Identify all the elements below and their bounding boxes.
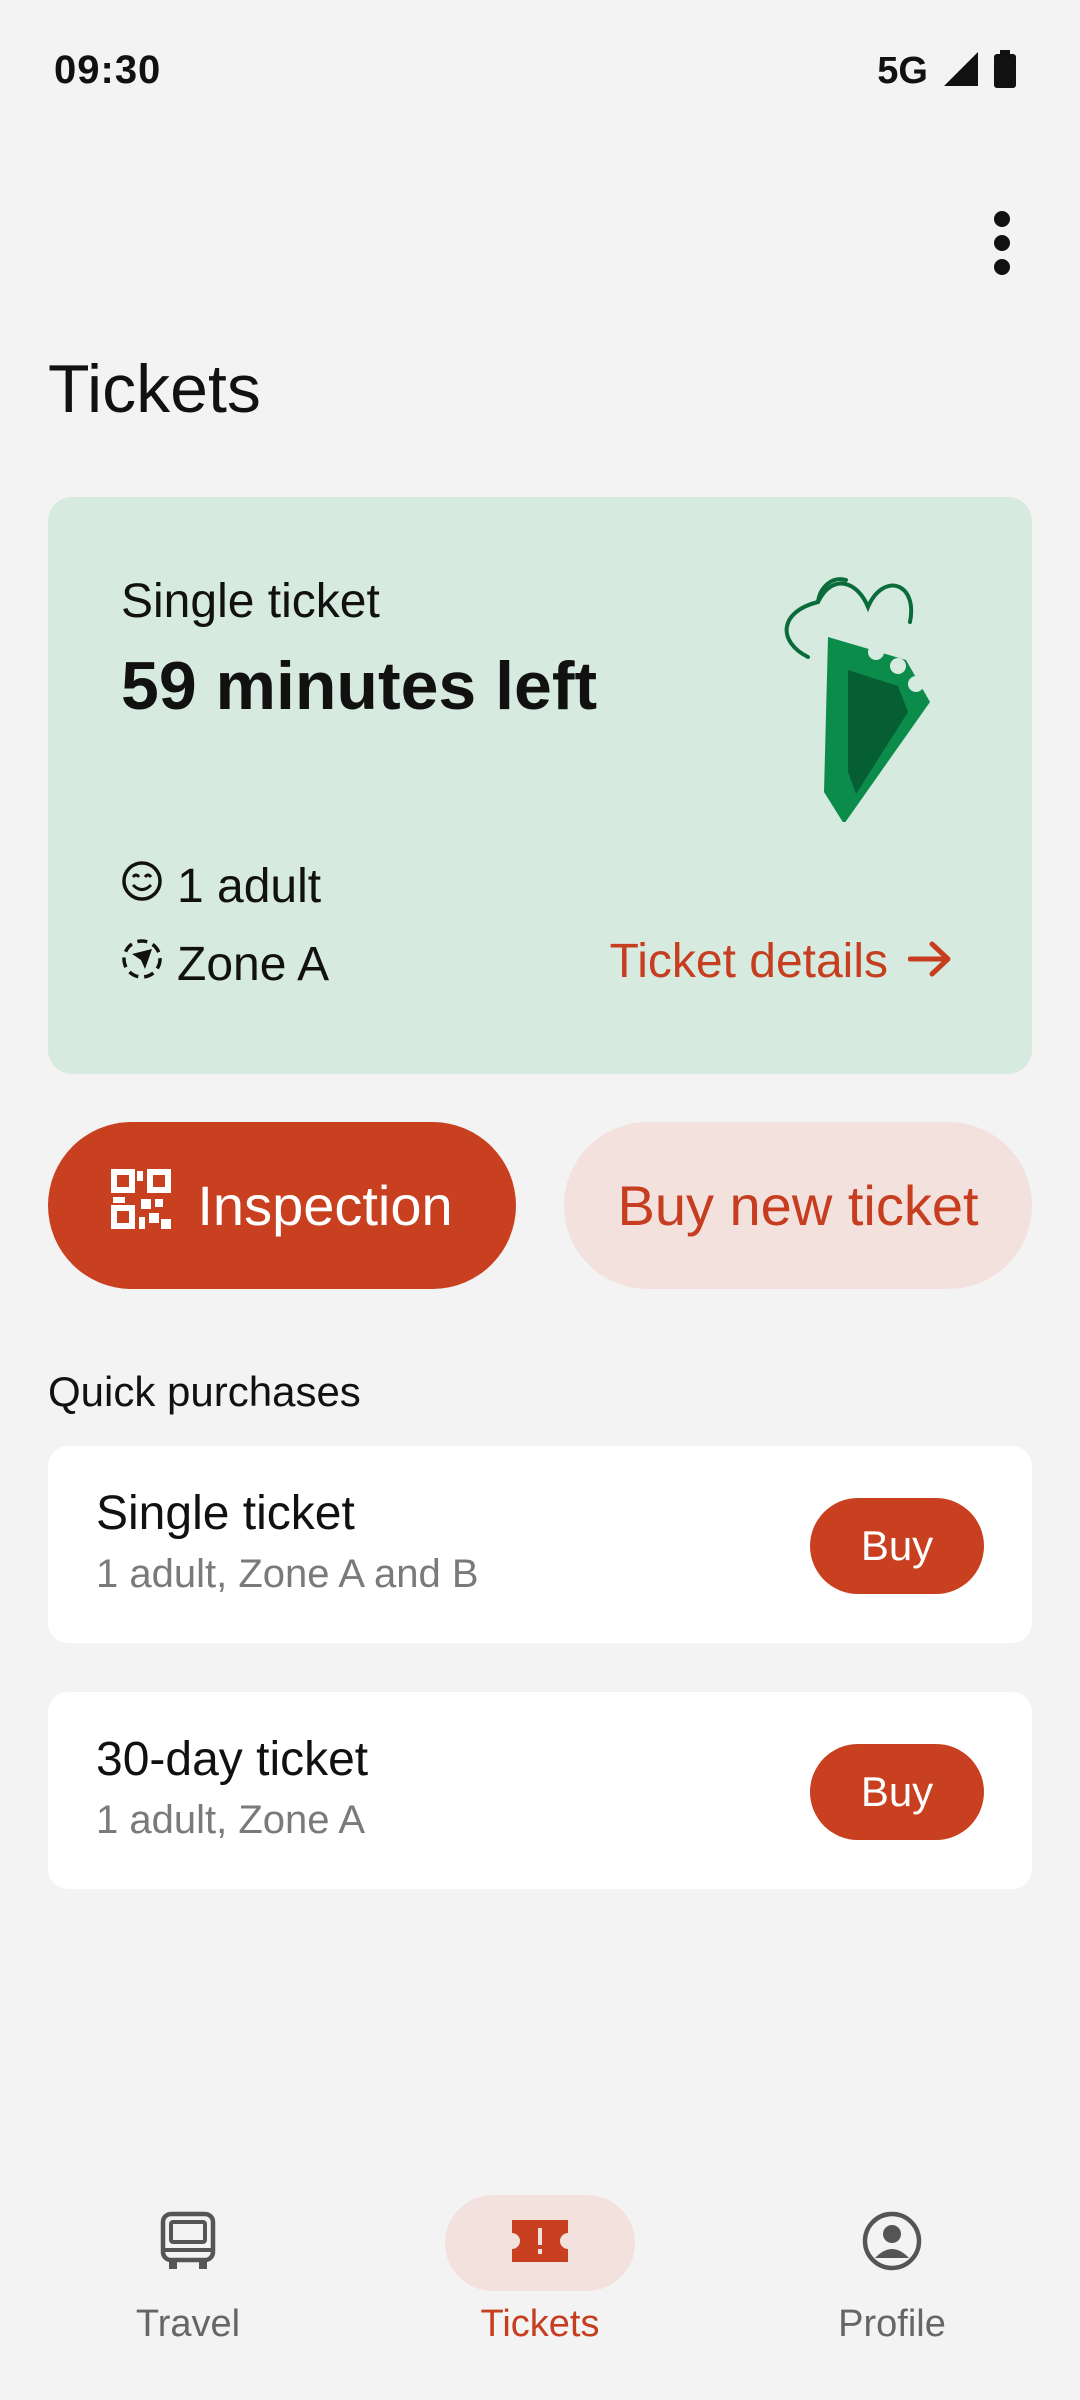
bus-icon xyxy=(157,2210,219,2277)
buy-button[interactable]: Buy xyxy=(810,1498,984,1594)
quick-purchase-title: Single ticket xyxy=(96,1487,355,1540)
buy-new-ticket-button[interactable]: Buy new ticket xyxy=(564,1122,1032,1289)
quick-purchase-item[interactable]: Single ticket 1 adult, Zone A and B Buy xyxy=(48,1446,1032,1643)
nav-label-profile: Profile xyxy=(838,2303,946,2345)
ticket-time-left: 59 minutes left xyxy=(121,648,598,724)
quick-purchases-heading: Quick purchases xyxy=(48,1368,361,1415)
nav-icon-container xyxy=(93,2195,283,2291)
bottom-navigation: Travel Tickets Profile xyxy=(0,2180,1080,2400)
inspection-button[interactable]: Inspection xyxy=(48,1122,516,1289)
zone-label: Zone A xyxy=(177,938,330,991)
more-vert-icon xyxy=(992,210,1012,280)
arrow-right-icon xyxy=(907,934,952,989)
ticket-icon xyxy=(508,2218,572,2269)
nav-label-travel: Travel xyxy=(135,2303,241,2345)
status-icons: 5G xyxy=(877,50,1016,93)
zone-row: Zone A xyxy=(121,937,329,992)
profile-icon xyxy=(861,2210,923,2277)
buy-button[interactable]: Buy xyxy=(810,1744,984,1840)
page-title: Tickets xyxy=(48,351,261,427)
network-label: 5G xyxy=(877,50,928,92)
quick-purchase-subtitle: 1 adult, Zone A xyxy=(96,1798,366,1842)
active-ticket-card[interactable]: Single ticket 59 minutes left 1 adult Zo… xyxy=(48,497,1032,1074)
quick-purchase-subtitle: 1 adult, Zone A and B xyxy=(96,1552,479,1596)
nav-item-profile[interactable]: Profile xyxy=(762,2195,1022,2346)
status-time: 09:30 xyxy=(54,48,162,92)
buy-new-ticket-label: Buy new ticket xyxy=(617,1174,979,1237)
zone-icon xyxy=(121,937,163,992)
nav-icon-container xyxy=(445,2195,635,2291)
ticket-illustration xyxy=(758,562,958,827)
status-bar: 09:30 5G xyxy=(0,0,1080,150)
ticket-details-label: Ticket details xyxy=(609,935,888,988)
more-options-button[interactable] xyxy=(964,205,1040,285)
nav-item-tickets[interactable]: Tickets xyxy=(410,2195,670,2346)
signal-icon xyxy=(942,50,980,93)
passenger-row: 1 adult xyxy=(121,859,321,914)
qr-code-icon xyxy=(111,1169,172,1242)
quick-purchase-title: 30-day ticket xyxy=(96,1733,369,1786)
passenger-count: 1 adult xyxy=(177,860,322,913)
ticket-type: Single ticket xyxy=(121,575,380,628)
nav-label-tickets: Tickets xyxy=(480,2303,600,2345)
inspection-label: Inspection xyxy=(197,1174,453,1237)
ticket-details-link[interactable]: Ticket details xyxy=(610,934,952,989)
smiley-icon xyxy=(121,859,163,914)
battery-icon xyxy=(994,50,1016,93)
nav-icon-container xyxy=(797,2195,987,2291)
nav-item-travel[interactable]: Travel xyxy=(58,2195,318,2346)
quick-purchase-item[interactable]: 30-day ticket 1 adult, Zone A Buy xyxy=(48,1692,1032,1889)
